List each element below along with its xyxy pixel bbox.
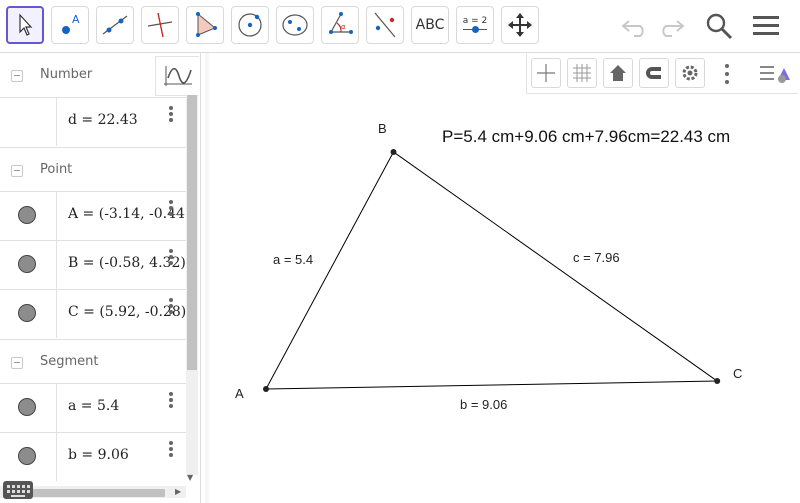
segment-label-b[interactable]: b = 9.06 (460, 397, 507, 412)
point-label-C[interactable]: C (733, 366, 742, 381)
point-B[interactable] (390, 148, 397, 155)
point-C[interactable] (714, 378, 721, 385)
segment-label-c[interactable]: c = 7.96 (573, 250, 620, 265)
segment-label-a[interactable]: a = 5.4 (273, 252, 313, 267)
point-label-A[interactable]: A (235, 386, 244, 401)
segment-c[interactable] (393, 151, 718, 382)
point-A[interactable] (263, 386, 269, 392)
segment-b[interactable] (265, 380, 718, 390)
segment-a[interactable] (265, 151, 394, 390)
perimeter-text[interactable]: P=5.4 cm+9.06 cm+7.96cm=22.43 cm (442, 127, 730, 147)
point-label-B[interactable]: B (378, 121, 387, 136)
triangle-construction (263, 148, 721, 392)
